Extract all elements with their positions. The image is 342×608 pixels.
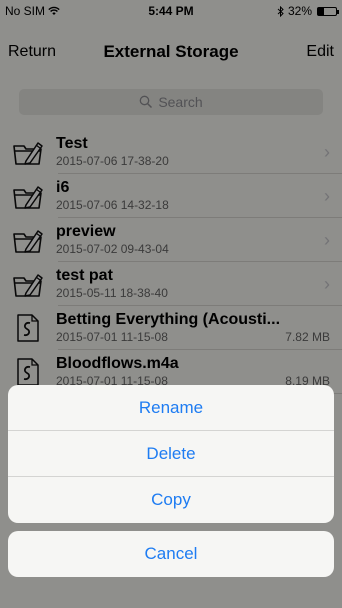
delete-button[interactable]: Delete bbox=[8, 431, 334, 477]
action-sheet: Rename Delete Copy Cancel bbox=[8, 385, 334, 577]
action-sheet-options: Rename Delete Copy bbox=[8, 385, 334, 523]
copy-button[interactable]: Copy bbox=[8, 477, 334, 523]
cancel-button[interactable]: Cancel bbox=[8, 531, 334, 577]
rename-button[interactable]: Rename bbox=[8, 385, 334, 431]
